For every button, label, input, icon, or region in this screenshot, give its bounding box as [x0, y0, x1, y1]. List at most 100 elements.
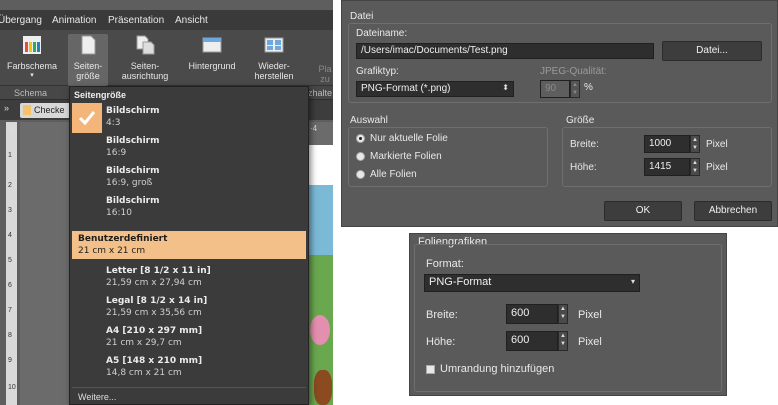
menu-ansicht[interactable]: Ansicht	[175, 15, 208, 26]
seitengroesse-label-1: Seiten-	[73, 61, 103, 71]
color-scheme-icon	[23, 36, 41, 54]
partial-ribbon-button[interactable]: Pla zu	[314, 64, 333, 84]
document-icon	[23, 105, 31, 115]
section-schema-label: Schema	[14, 88, 48, 98]
restore-icon	[264, 37, 284, 53]
presentation-app-panel: Übergang Animation Präsentation Ansicht …	[0, 0, 333, 405]
page-size-item-16-9[interactable]: Bildschirm 16:9	[72, 133, 306, 161]
folien-breite-label: Breite:	[426, 309, 458, 321]
radio-alle-folien-label: Alle Folien	[370, 169, 417, 180]
grafiktyp-label: Grafiktyp:	[356, 66, 399, 77]
breite-unit: Pixel	[706, 139, 728, 150]
weitere-menu-item[interactable]: Weitere...	[78, 392, 116, 402]
grafiktyp-select[interactable]: PNG-Format (*.png) ⬍	[356, 81, 514, 97]
export-dialog: Datei Dateiname: /Users/imac/Documents/T…	[341, 0, 778, 227]
radio-aktuelle-folie-label: Nur aktuelle Folie	[370, 133, 448, 144]
page-size-item-16-10[interactable]: Bildschirm 16:10	[72, 193, 306, 221]
jpeg-quality-input[interactable]: 90	[540, 80, 570, 98]
folien-hoehe-input[interactable]: 600	[506, 331, 558, 351]
item-subtitle: 21 cm x 21 cm	[78, 246, 146, 256]
grafiktyp-value: PNG-Format (*.png)	[361, 83, 451, 94]
item-subtitle: 16:9, groß	[106, 178, 153, 188]
radio-alle-folien[interactable]	[356, 170, 365, 179]
breite-label: Breite:	[570, 139, 599, 150]
folien-breite-stepper[interactable]: ▲ ▼	[558, 304, 568, 324]
item-title: Bildschirm	[106, 166, 160, 176]
format-select[interactable]: PNG-Format ▾	[424, 274, 640, 292]
menu-animation[interactable]: Animation	[52, 15, 96, 26]
seitenausrichtung-label-1: Seiten-	[130, 61, 160, 71]
folien-hoehe-label: Höhe:	[426, 336, 456, 348]
jpeg-unit-label: %	[584, 82, 593, 93]
double-chevron-icon[interactable]: »	[4, 103, 9, 113]
page-size-item-4-3[interactable]: Bildschirm 4:3	[72, 103, 306, 131]
hoehe-input[interactable]: 1415	[644, 158, 690, 176]
dropdown-header: Seitengröße	[74, 90, 127, 100]
radio-markierte-folien[interactable]	[356, 152, 365, 161]
hintergrund-label: Hintergrund	[188, 61, 236, 71]
slide-figure-brown	[314, 370, 332, 405]
cancel-button[interactable]: Abbrechen	[694, 201, 772, 221]
page-size-item-legal[interactable]: Legal [8 1/2 x 14 in] 21,59 cm x 35,56 c…	[72, 293, 306, 321]
menu-praesentation[interactable]: Präsentation	[108, 15, 164, 26]
page-size-item-a5[interactable]: A5 [148 x 210 mm] 14,8 cm x 21 cm	[72, 353, 306, 381]
item-subtitle: 21 cm x 29,7 cm	[106, 338, 182, 348]
document-tab-label: Checke	[34, 105, 65, 115]
item-subtitle: 21,59 cm x 27,94 cm	[106, 278, 202, 288]
format-value: PNG-Format	[429, 276, 492, 288]
vertical-ruler: 123 456 789 10	[6, 122, 17, 405]
format-label: Format:	[426, 258, 464, 270]
dateiname-label: Dateiname:	[356, 28, 408, 39]
item-subtitle: 21,59 cm x 35,56 cm	[106, 308, 202, 318]
umrandung-checkbox[interactable]	[426, 365, 435, 374]
wiederherstellen-label-1: Wieder-	[258, 61, 290, 71]
item-title: Bildschirm	[106, 106, 160, 116]
seitenausrichtung-label-2: ausrichtung	[121, 71, 169, 81]
auswahl-label: Auswahl	[350, 115, 388, 126]
slide-figure-pink	[310, 315, 330, 345]
datei-button[interactable]: Datei...	[662, 41, 762, 61]
item-title: Bildschirm	[106, 136, 160, 146]
seitengroesse-label-2: größe	[76, 71, 100, 81]
page-size-item-benutzerdefiniert[interactable]: Benutzerdefiniert 21 cm x 21 cm	[72, 231, 306, 259]
item-title: Letter [8 1/2 x 11 in]	[106, 266, 211, 276]
partial-label-2: zu	[320, 74, 330, 84]
dateiname-input[interactable]: /Users/imac/Documents/Test.png	[356, 43, 654, 59]
seitengroesse-button[interactable]: Seiten- größe	[68, 34, 108, 86]
folien-hoehe-stepper[interactable]: ▲ ▼	[558, 331, 568, 351]
groesse-label: Größe	[566, 115, 595, 126]
item-subtitle: 4:3	[106, 118, 121, 128]
ok-button[interactable]: OK	[604, 201, 682, 221]
hoehe-unit: Pixel	[706, 162, 728, 173]
page-size-item-letter[interactable]: Letter [8 1/2 x 11 in] 21,59 cm x 27,94 …	[72, 263, 306, 291]
hoehe-stepper[interactable]: ▲ ▼	[690, 158, 700, 176]
chevron-updown-icon: ⬍	[502, 83, 509, 92]
radio-aktuelle-folie[interactable]	[356, 134, 365, 143]
ruler-corner-icon: ⊞	[8, 124, 17, 135]
wiederherstellen-label-2: herstellen	[254, 71, 294, 81]
farbschema-label: Farbschema	[6, 61, 58, 71]
ruler-horizontal-partial: ·4	[310, 124, 318, 133]
folien-breite-input[interactable]: 600	[506, 304, 558, 324]
page-size-item-a4[interactable]: A4 [210 x 297 mm] 21 cm x 29,7 cm	[72, 323, 306, 351]
page-size-item-16-9-gross[interactable]: Bildschirm 16:9, groß	[72, 163, 306, 191]
folien-breite-unit: Pixel	[578, 309, 602, 321]
page-size-icon	[81, 35, 96, 55]
item-title: A5 [148 x 210 mm]	[106, 356, 203, 366]
hoehe-label: Höhe:	[570, 162, 597, 173]
background-icon	[202, 37, 222, 53]
dropdown-separator	[72, 387, 306, 388]
seitenausrichtung-button[interactable]: Seiten- ausrichtung	[114, 34, 176, 81]
item-subtitle: 14,8 cm x 21 cm	[106, 368, 182, 378]
breite-stepper[interactable]: ▲ ▼	[690, 135, 700, 153]
breite-input[interactable]: 1000	[644, 135, 690, 153]
hintergrund-button[interactable]: Hintergrund	[184, 34, 240, 71]
farbschema-button[interactable]: Farbschema ▾	[6, 34, 58, 81]
ribbon-toolbar: Farbschema ▾ Seiten- größe Seiten- ausri…	[0, 30, 333, 86]
jpeg-stepper[interactable]: ▲ ▼	[570, 80, 580, 98]
item-title: Legal [8 1/2 x 14 in]	[106, 296, 208, 306]
group-datei-label: Datei	[350, 11, 374, 22]
page-size-dropdown: Seitengröße Bildschirm 4:3 Bildschirm 16…	[69, 86, 309, 405]
menu-uebergang[interactable]: Übergang	[0, 15, 42, 26]
wiederherstellen-button[interactable]: Wieder- herstellen	[250, 34, 298, 81]
